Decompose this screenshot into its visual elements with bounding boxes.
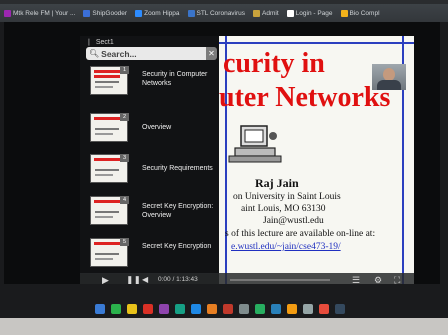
- playback-time: 0:00 / 1:13:43: [158, 276, 198, 283]
- slide-address: aint Louis, MO 63130: [241, 204, 326, 214]
- slide-list-item[interactable]: 4 Secret Key Encryption: Overview: [90, 196, 215, 232]
- search-box: 🔍︎ ✕: [86, 47, 217, 60]
- app-icon[interactable]: [143, 304, 153, 314]
- bookmark-icon: [286, 9, 294, 17]
- app-icon[interactable]: [303, 304, 313, 314]
- bookmark-item[interactable]: STL Coronavirus: [187, 9, 245, 17]
- bookmark-icon: [135, 9, 143, 17]
- fullscreen-icon[interactable]: ⛶: [394, 275, 400, 284]
- slide-author: Raj Jain: [255, 176, 299, 190]
- play-icon[interactable]: ▶: [102, 275, 109, 284]
- app-icon[interactable]: [319, 304, 329, 314]
- app-icon[interactable]: [223, 304, 233, 314]
- slide-number: 3: [120, 154, 129, 162]
- computer-clipart-icon: [228, 125, 282, 163]
- bookmark-icon: [187, 9, 195, 17]
- bookmark-icon: [83, 9, 91, 17]
- settings-icon[interactable]: ⚙: [374, 275, 382, 284]
- bookmark-item[interactable]: Zoom Hippa: [135, 9, 180, 17]
- volume-icon[interactable]: ◀: [142, 275, 148, 284]
- bookmarks-bar: Mtk Rele FM | Your ... ShipGooder Zoom H…: [0, 4, 448, 22]
- slide-number: 4: [120, 196, 129, 204]
- slide-item-label: Overview: [142, 124, 172, 131]
- presenter-webcam: [372, 64, 406, 90]
- video-player-screen: curity in uter Networks Raj Jain on Univ…: [4, 22, 440, 284]
- bookmark-icon: [253, 9, 261, 17]
- slide-item-label: Secret Key Encryption: [142, 243, 212, 250]
- app-icon[interactable]: [255, 304, 265, 314]
- sidebar-header: ❘ Sect1: [86, 38, 114, 47]
- bookmark-item[interactable]: Login - Page: [286, 9, 333, 17]
- close-icon[interactable]: ✕: [206, 47, 217, 60]
- section-icon: ❘: [86, 39, 92, 46]
- slide-note: s of this lecture are available on-line …: [225, 229, 376, 239]
- presenter-body: [377, 80, 401, 90]
- slide-title-line1: curity in: [223, 48, 325, 79]
- slide-list-item[interactable]: 5 Secret Key Encryption: [90, 238, 215, 274]
- search-icon: 🔍︎: [89, 49, 100, 58]
- desk-background: [0, 318, 448, 335]
- slide-list-item[interactable]: 2 Overview: [90, 113, 215, 149]
- app-icon[interactable]: [111, 304, 121, 314]
- app-icon[interactable]: [159, 304, 169, 314]
- bookmark-item[interactable]: Mtk Rele FM | Your ...: [4, 9, 75, 17]
- app-icon[interactable]: [191, 304, 201, 314]
- app-icon[interactable]: [127, 304, 137, 314]
- app-icon[interactable]: [175, 304, 185, 314]
- bookmark-item[interactable]: ShipGooder: [83, 9, 127, 17]
- app-icon[interactable]: [287, 304, 297, 314]
- slide-list-sidebar: ❘ Sect1 🔍︎ ✕ 1 Security in Computer Netw…: [80, 36, 219, 274]
- slide-number: 2: [120, 113, 129, 121]
- app-icon[interactable]: [335, 304, 345, 314]
- slide-number: 1: [120, 66, 129, 74]
- app-icon[interactable]: [239, 304, 249, 314]
- pause-icon[interactable]: ❚❚: [126, 275, 141, 284]
- slide-email: Jain@wustl.edu: [263, 216, 324, 226]
- app-icon[interactable]: [207, 304, 217, 314]
- slide-link[interactable]: e.wustl.edu/~jain/cse473-19/: [231, 242, 341, 252]
- captions-icon[interactable]: ☰: [352, 275, 360, 284]
- slide-title-line2: uter Networks: [219, 82, 391, 113]
- slide-item-label: Security in Computer Networks: [142, 71, 208, 87]
- seek-bar[interactable]: [230, 279, 330, 281]
- player-controls: ▶ ❚❚ ◀ 0:00 / 1:13:43 ☰ ⚙ ⛶: [80, 273, 414, 284]
- slide-list-item[interactable]: 3 Security Requirements: [90, 154, 215, 190]
- slide-border-top: [219, 42, 414, 44]
- app-icon[interactable]: [271, 304, 281, 314]
- bookmark-item[interactable]: Admit: [253, 9, 279, 17]
- section-label: Sect1: [95, 38, 114, 46]
- search-input[interactable]: [101, 48, 206, 59]
- bookmark-icon: [340, 9, 348, 17]
- slide-affiliation: on University in Saint Louis: [233, 192, 341, 202]
- slide-list-item[interactable]: 1 Security in Computer Networks: [90, 66, 215, 102]
- slide-number: 5: [120, 238, 129, 246]
- slide-item-label: Security Requirements: [142, 165, 213, 172]
- taskbar-dock: [30, 300, 410, 318]
- bookmark-item[interactable]: Bio Compl: [340, 9, 380, 17]
- bookmark-icon: [4, 9, 11, 17]
- slide-item-label: Secret Key Encryption: Overview: [142, 203, 214, 219]
- app-icon[interactable]: [95, 304, 105, 314]
